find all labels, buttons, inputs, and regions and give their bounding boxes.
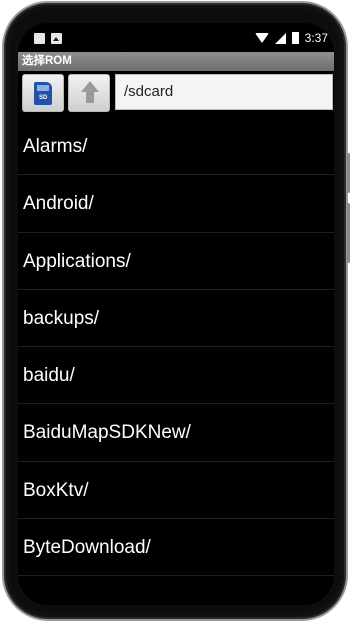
list-item[interactable]: Android/ <box>18 175 334 233</box>
list-item[interactable]: backups/ <box>18 290 334 348</box>
phone-frame: 3:37 选择ROM SD /sdcard Alarms/ Android/ A… <box>2 1 350 621</box>
list-item[interactable]: BoxKtv/ <box>18 462 334 520</box>
sd-card-icon: SD <box>34 82 52 105</box>
toolbar: SD /sdcard <box>18 72 334 114</box>
bottom-bezel <box>18 595 334 605</box>
path-field[interactable]: /sdcard <box>115 74 333 110</box>
list-item[interactable]: Applications/ <box>18 233 334 290</box>
sd-card-button[interactable]: SD <box>22 74 64 112</box>
cell-signal-icon <box>274 32 286 44</box>
list-item[interactable]: ByteDownload/ <box>18 519 334 577</box>
list-item[interactable]: Alarms/ <box>18 118 334 176</box>
font-a-icon <box>51 33 62 44</box>
battery-icon <box>291 32 299 44</box>
wifi-icon <box>254 33 269 43</box>
status-bar: 3:37 <box>18 23 334 53</box>
list-item[interactable]: baidu/ <box>18 347 334 405</box>
file-list: Alarms/ Android/ Applications/ backups/ … <box>18 118 334 577</box>
parent-directory-button[interactable] <box>68 74 110 112</box>
arrow-up-icon <box>81 81 99 92</box>
window-title: 选择ROM <box>18 52 334 71</box>
image-icon <box>34 33 45 44</box>
status-time: 3:37 <box>304 31 328 45</box>
screen: 3:37 选择ROM SD /sdcard Alarms/ Android/ A… <box>18 23 334 605</box>
list-item[interactable]: BaiduMapSDKNew/ <box>18 404 334 462</box>
